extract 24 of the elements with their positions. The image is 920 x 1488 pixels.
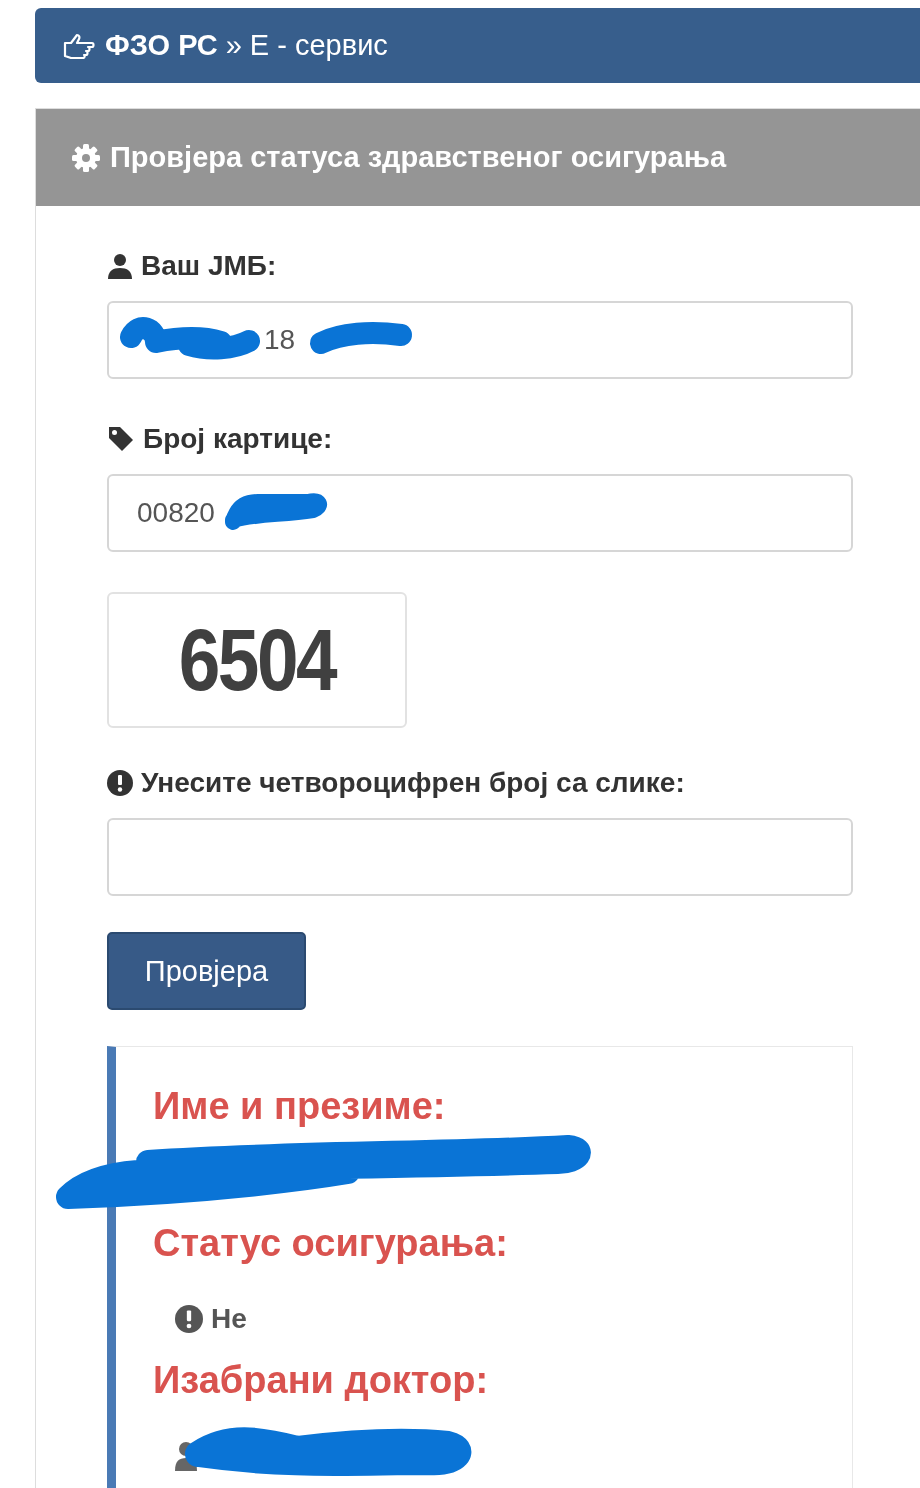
field-value: 00820	[137, 497, 215, 529]
exclamation-icon	[175, 1305, 203, 1333]
user-icon	[107, 253, 133, 279]
input-field[interactable]: 00820	[107, 474, 853, 552]
field-label: Ваш JMБ:	[141, 250, 277, 282]
result-label: Име и презиме:	[153, 1085, 447, 1128]
input-field[interactable]: 18	[107, 301, 853, 379]
input-field[interactable]	[107, 818, 853, 896]
field-label: Број картице:	[143, 423, 333, 455]
pointing-hand-icon	[63, 32, 97, 59]
result-label: Статус осигурања:	[153, 1222, 509, 1265]
doctor-icon	[175, 1441, 197, 1471]
site-name[interactable]: ФЗО РС	[105, 29, 218, 62]
captcha-code: 6504	[178, 609, 336, 711]
field-value: 18	[264, 324, 296, 356]
panel-title: Провјера статуса здравственог осигурања	[110, 141, 727, 174]
breadcrumb-separator: »	[225, 29, 242, 62]
exclamation-icon	[107, 770, 133, 796]
status-value: Не	[211, 1303, 247, 1335]
check-button[interactable]: Провјера	[107, 932, 306, 1010]
tag-icon	[107, 425, 135, 453]
page-title: Е - сервис	[249, 29, 388, 62]
field-label: Унесите четвороцифрен број са слике:	[141, 767, 685, 799]
result-label: Изабрани доктор:	[153, 1359, 490, 1402]
